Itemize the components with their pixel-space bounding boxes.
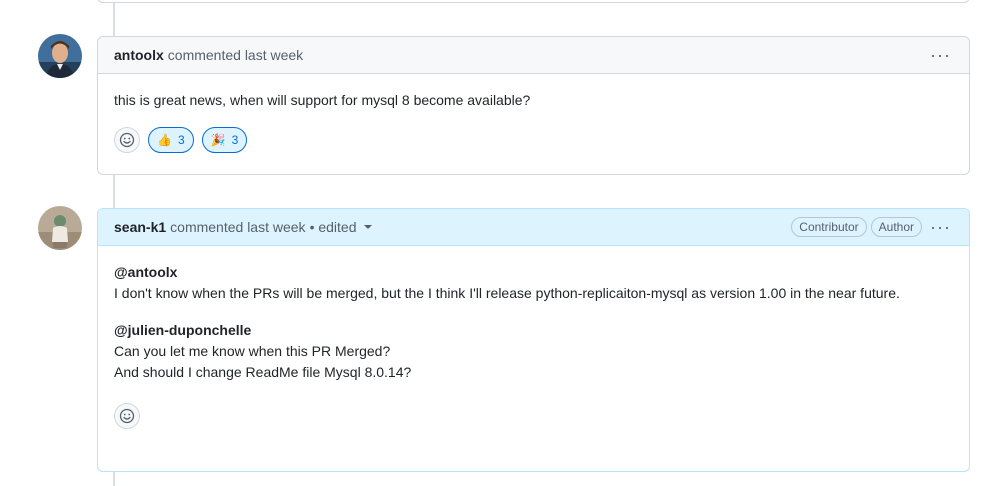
add-reaction-button[interactable] xyxy=(114,127,140,153)
comment-text: I don't know when the PRs will be merged… xyxy=(114,285,900,301)
comment-timestamp[interactable]: commented last week xyxy=(168,47,303,63)
reaction-hooray[interactable]: 🎉 3 xyxy=(201,127,248,153)
user-mention[interactable]: @antoolx xyxy=(114,264,177,280)
comment-header: sean-k1 commented last week • edited Con… xyxy=(98,209,969,246)
comment-body: @antoolx I don't know when the PRs will … xyxy=(98,246,969,399)
comment-text: this is great news, when will support fo… xyxy=(114,92,531,108)
more-options-icon[interactable]: ··· xyxy=(928,218,953,236)
timeline-connector xyxy=(113,174,115,208)
comment-author[interactable]: sean-k1 xyxy=(114,219,166,235)
timeline-connector xyxy=(113,0,115,36)
timeline-connector xyxy=(113,470,115,486)
avatar[interactable] xyxy=(38,206,82,250)
comment-author[interactable]: antoolx xyxy=(114,47,164,63)
smiley-icon xyxy=(119,132,135,148)
comment-text: And should I change ReadMe file Mysql 8.… xyxy=(114,364,412,380)
user-avatar-icon xyxy=(38,206,82,250)
chevron-down-icon[interactable] xyxy=(363,219,373,235)
previous-comment-card xyxy=(97,0,970,3)
reaction-thumbs-up[interactable]: 👍 3 xyxy=(148,127,194,153)
comment-card: sean-k1 commented last week • edited Con… xyxy=(97,208,970,472)
party-popper-icon: 🎉 xyxy=(210,133,226,147)
reaction-count: 3 xyxy=(177,133,185,147)
comment-paragraph: @julien-duponchelle Can you let me know … xyxy=(114,320,953,383)
reaction-count: 3 xyxy=(231,133,239,147)
author-badge: Author xyxy=(870,217,923,237)
thumbs-up-icon: 👍 xyxy=(157,133,172,147)
avatar[interactable] xyxy=(38,34,82,78)
comment-header: antoolx commented last week ··· xyxy=(98,37,969,74)
contributor-badge: Contributor xyxy=(791,217,867,237)
comment-timestamp[interactable]: commented last week xyxy=(170,219,305,235)
comment-body: this is great news, when will support fo… xyxy=(98,74,969,127)
comment-text: Can you let me know when this PR Merged? xyxy=(114,343,391,359)
comment-paragraph: @antoolx I don't know when the PRs will … xyxy=(114,262,953,304)
user-mention[interactable]: @julien-duponchelle xyxy=(114,322,251,338)
more-options-icon[interactable]: ··· xyxy=(928,46,953,64)
add-reaction-button[interactable] xyxy=(114,403,140,429)
comment-card: antoolx commented last week ··· this is … xyxy=(97,36,970,175)
edited-dropdown[interactable]: • edited xyxy=(310,219,357,235)
reactions-bar xyxy=(98,399,969,445)
reactions-bar: 👍 3 🎉 3 xyxy=(98,127,969,169)
user-avatar-icon xyxy=(38,34,82,78)
smiley-icon xyxy=(119,408,135,424)
